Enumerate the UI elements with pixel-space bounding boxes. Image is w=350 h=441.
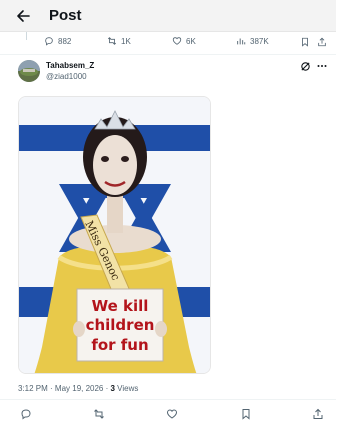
like-metric[interactable]: 6K [172, 36, 196, 46]
repost-count: 1K [121, 36, 131, 46]
divider [0, 54, 336, 55]
previous-post-metrics: 882 1K 6K 387K [0, 33, 336, 53]
reply-metric[interactable]: 882 [44, 36, 71, 46]
heart-icon[interactable] [166, 408, 178, 420]
sign-line-3: for fun [91, 336, 148, 354]
page-title: Post [49, 7, 82, 24]
sign-line-2: children [86, 316, 155, 334]
bookmark-icon[interactable] [240, 408, 252, 420]
reply-icon [45, 37, 53, 46]
avatar-image [18, 60, 40, 82]
share-icon[interactable] [317, 37, 327, 47]
repost-icon [107, 37, 117, 45]
views-label: Views [114, 384, 139, 393]
reply-count: 882 [58, 36, 72, 46]
post-timestamp[interactable]: 3:12 PM · May 19, 2026 · [18, 384, 111, 393]
heart-icon [172, 37, 182, 45]
author-name[interactable]: Tahabsem_Z [46, 61, 94, 70]
post-illustration: Miss Genoc We kill children for fun [19, 97, 210, 373]
views-metric[interactable]: 387K [236, 36, 269, 46]
top-bar: Post [0, 0, 336, 32]
like-count: 6K [186, 36, 196, 46]
views-count: 387K [250, 36, 269, 46]
reply-icon[interactable] [20, 408, 32, 420]
share-icon[interactable] [312, 408, 324, 420]
repost-icon[interactable] [93, 408, 105, 420]
repost-metric[interactable]: 1K [107, 36, 131, 46]
author-handle[interactable]: @ziad1000 [46, 72, 87, 81]
post-action-bar [0, 400, 336, 432]
sign-line-1: We kill [92, 297, 149, 315]
grok-icon[interactable] [300, 61, 311, 72]
post-metadata: 3:12 PM · May 19, 2026 · 3 Views [18, 384, 138, 393]
analytics-icon [237, 38, 246, 45]
post-image[interactable]: Miss Genoc We kill children for fun [18, 96, 211, 374]
more-options-icon[interactable] [316, 60, 328, 72]
bookmark-icon[interactable] [300, 37, 310, 47]
avatar[interactable] [18, 60, 40, 82]
back-arrow-icon[interactable] [14, 6, 34, 26]
